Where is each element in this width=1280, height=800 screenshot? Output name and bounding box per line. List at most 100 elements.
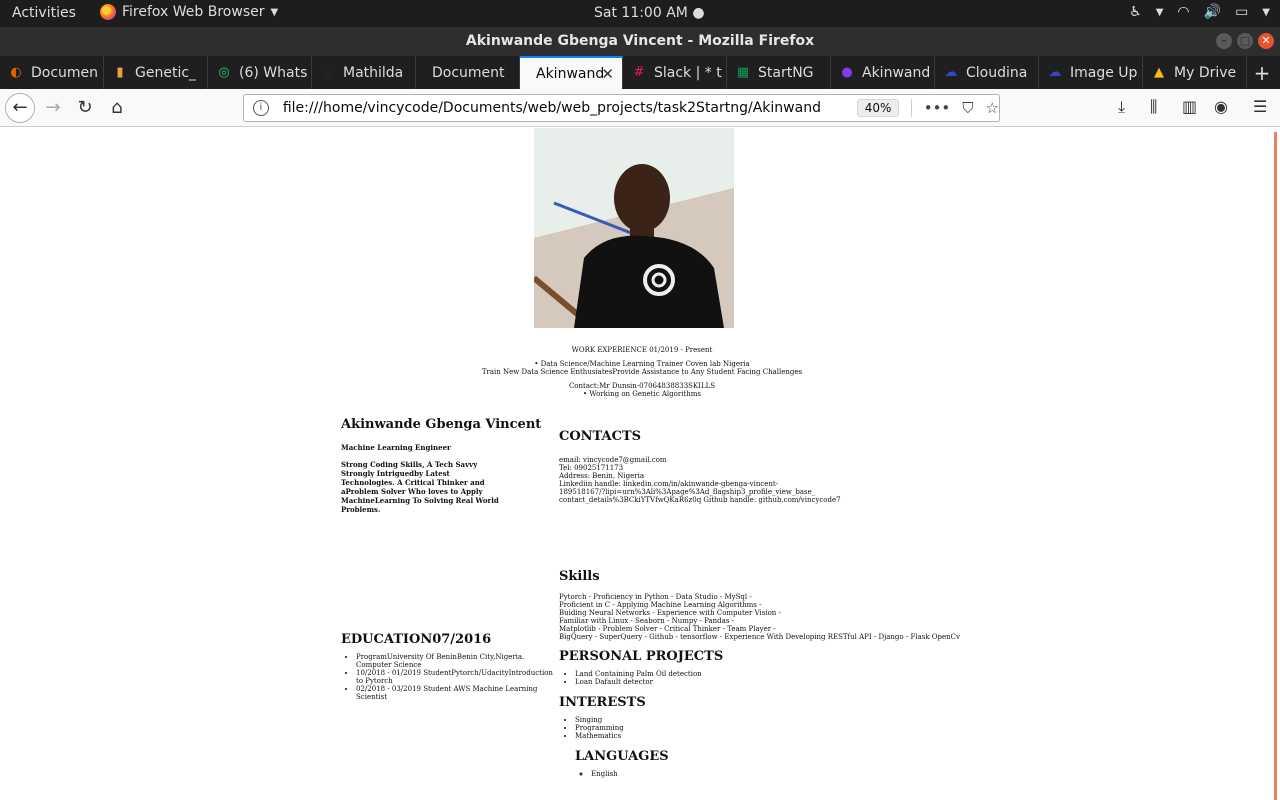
work-item: • Data Science/Machine Learning Trainer … — [534, 360, 750, 368]
tab-label: Mathilda — [343, 64, 404, 81]
accessibility-icon[interactable]: ♿ — [1129, 4, 1142, 20]
tab[interactable]: Document — [416, 56, 520, 89]
menu-icon[interactable]: ☰ — [1253, 97, 1267, 116]
work-description: Train New Data Science EnthusiatesProvid… — [481, 368, 803, 376]
zoom-indicator[interactable]: 40% — [857, 99, 899, 117]
interest-item: Mathematics — [575, 732, 979, 740]
purple-dot-icon: ● — [841, 65, 853, 80]
info-icon[interactable]: i — [253, 100, 269, 116]
education-item: 02/2018 - 03/2019 Student AWS Machine Le… — [356, 685, 561, 701]
download-icon[interactable]: ⤓ — [1118, 97, 1125, 117]
home-button[interactable]: ⌂ — [104, 95, 130, 121]
contact-line: email: vincycode7@gmail.com — [559, 456, 667, 464]
cloud-icon: ☁ — [1048, 65, 1062, 80]
account-icon[interactable]: ◉ — [1214, 97, 1228, 116]
contact-line: Address: Benin, Nigeria — [559, 472, 645, 480]
url-separator — [910, 99, 912, 117]
whatsapp-icon: ◎ — [218, 65, 230, 80]
contact-line: contact_details%3BCkiYTVfwQKaR6z0q Githu… — [559, 496, 841, 504]
close-tab-icon[interactable]: ✕ — [601, 65, 614, 83]
chevron-down-icon: ▼ — [270, 6, 279, 18]
bookmark-star-icon[interactable]: ☆ — [986, 99, 999, 117]
url-text[interactable]: file:///home/vincycode/Documents/web/web… — [283, 100, 820, 116]
tab[interactable]: ◎ (6) Whats — [208, 56, 312, 89]
chevron-down-icon[interactable]: ▼ — [1156, 7, 1164, 18]
tab-label: Document — [432, 64, 505, 81]
volume-icon[interactable]: 🔊 — [1204, 4, 1221, 20]
page-actions-icon[interactable]: ••• — [924, 99, 951, 117]
minimize-button[interactable]: – — [1216, 33, 1232, 49]
languages-list: English — [575, 770, 979, 778]
education-list: ProgramUniversity Of BeninBenin City,Nig… — [341, 653, 561, 701]
tab-label: Image Up — [1070, 64, 1138, 81]
wifi-icon[interactable]: ◠ — [1177, 4, 1189, 20]
tab[interactable]: # Slack | * t — [623, 56, 727, 89]
tab-label: Cloudina — [966, 64, 1028, 81]
tab[interactable]: ● Akinwand — [831, 56, 935, 89]
window-title: Akinwande Gbenga Vincent - Mozilla Firef… — [465, 33, 815, 49]
activities-button[interactable]: Activities — [12, 5, 76, 21]
library-icon[interactable]: ⫼ — [1150, 97, 1157, 117]
reload-button[interactable]: ↻ — [72, 95, 98, 121]
notification-dot-icon: ● — [692, 5, 705, 21]
right-column: CONTACTS email: vincycode7@gmail.com Tel:… — [559, 429, 979, 778]
navigation-toolbar: ← → ↻ ⌂ i file:///home/vincycode/Documen… — [0, 89, 1280, 127]
battery-icon[interactable]: ▭ — [1235, 4, 1248, 20]
work-experience-title: WORK EXPERIENCE 01/2019 - Present — [571, 346, 713, 354]
contacts-title: CONTACTS — [559, 429, 642, 444]
languages-title: LANGUAGES — [575, 749, 669, 764]
tab-strip: ◐ Documen ▮ Genetic_ ◎ (6) Whats ● Mathilda Docu… — [0, 56, 1280, 89]
window-title-bar: Akinwande Gbenga Vincent - Mozilla Firef… — [0, 27, 1280, 56]
close-window-button[interactable]: ✕ — [1258, 33, 1274, 49]
pocket-icon[interactable]: ⛉ — [962, 99, 973, 117]
maximize-button[interactable]: □ — [1237, 33, 1253, 49]
tab[interactable]: ● Mathilda — [312, 56, 416, 89]
interest-item: Singing — [575, 716, 979, 724]
profile-summary: Akinwande Gbenga Vincent Machine Learnin… — [341, 417, 551, 514]
slack-icon: # — [633, 65, 645, 80]
sheets-icon: ▦ — [736, 65, 750, 80]
skills-title: Skills — [559, 569, 600, 584]
tab[interactable]: Akinwand ✕ — [520, 56, 623, 89]
tab[interactable]: ◐ Documen — [0, 56, 104, 89]
contact-line: 189518167/?lipi=urn%3Ali%3Apage%3Ad_flag… — [559, 488, 816, 496]
firefox-icon — [100, 4, 116, 20]
work-contact: Contact:Mr Dunsin-07064838833SKILLS — [568, 382, 716, 390]
tab[interactable]: ☁ Cloudina — [935, 56, 1039, 89]
project-item: Land Containing Palm Oil detection — [575, 670, 979, 678]
tab[interactable]: ▲ My Drive — [1143, 56, 1247, 89]
sidebar-icon[interactable]: ▥ — [1182, 97, 1197, 116]
system-top-bar: Activities Firefox Web Browser ▼ Sat 11:… — [0, 0, 1280, 27]
skills-line: BigQuery - SuperQuery - Github - tensorf… — [559, 633, 960, 641]
skills-line: Matplotlib - Problem Solver - Critical T… — [559, 625, 776, 633]
forward-button[interactable]: → — [40, 95, 66, 121]
cloud-icon: ☁ — [944, 65, 958, 80]
app-menu[interactable]: Firefox Web Browser ▼ — [100, 4, 278, 20]
project-item: Loan Dafault detector — [575, 678, 979, 686]
skills-line: Pytorch - Proficiency in Python - Data S… — [559, 593, 752, 601]
contact-line: Linkediin handle: linkedin.com/in/akinwa… — [559, 480, 779, 488]
new-tab-button[interactable]: + — [1247, 56, 1277, 89]
tab[interactable]: ☁ Image Up — [1039, 56, 1143, 89]
tab-label: Documen — [31, 64, 99, 81]
person-name: Akinwande Gbenga Vincent — [341, 417, 542, 432]
tab-label: Slack | * t — [654, 64, 722, 81]
skills-line: Familiar with Linux - Seaborn - Numpy - … — [559, 617, 735, 625]
contact-line: Tel: 09025171173 — [559, 464, 624, 472]
url-bar[interactable]: i file:///home/vincycode/Documents/web/w… — [243, 94, 1000, 122]
back-button[interactable]: ← — [5, 93, 35, 123]
tab[interactable]: ▦ StartNG — [727, 56, 831, 89]
language-item: English — [591, 770, 979, 778]
skills-line: Buiding Neural Networks - Experience wit… — [559, 609, 781, 617]
work-experience-section: WORK EXPERIENCE 01/2019 - Present • Data… — [400, 346, 884, 398]
page-scrollbar[interactable] — [1272, 128, 1280, 800]
job-role: Machine Learning Engineer — [341, 443, 451, 452]
github-icon: ● — [322, 65, 334, 80]
chevron-down-icon[interactable]: ▼ — [1262, 7, 1270, 18]
tab[interactable]: ▮ Genetic_ — [104, 56, 208, 89]
tab-label: (6) Whats — [239, 64, 308, 81]
clock[interactable]: Sat 11:00 AM ● — [594, 5, 705, 21]
projects-title: PERSONAL PROJECTS — [559, 649, 724, 664]
education-section: EDUCATION07/2016 ProgramUniversity Of Be… — [341, 632, 561, 701]
tab-label: Akinwand — [536, 65, 605, 82]
